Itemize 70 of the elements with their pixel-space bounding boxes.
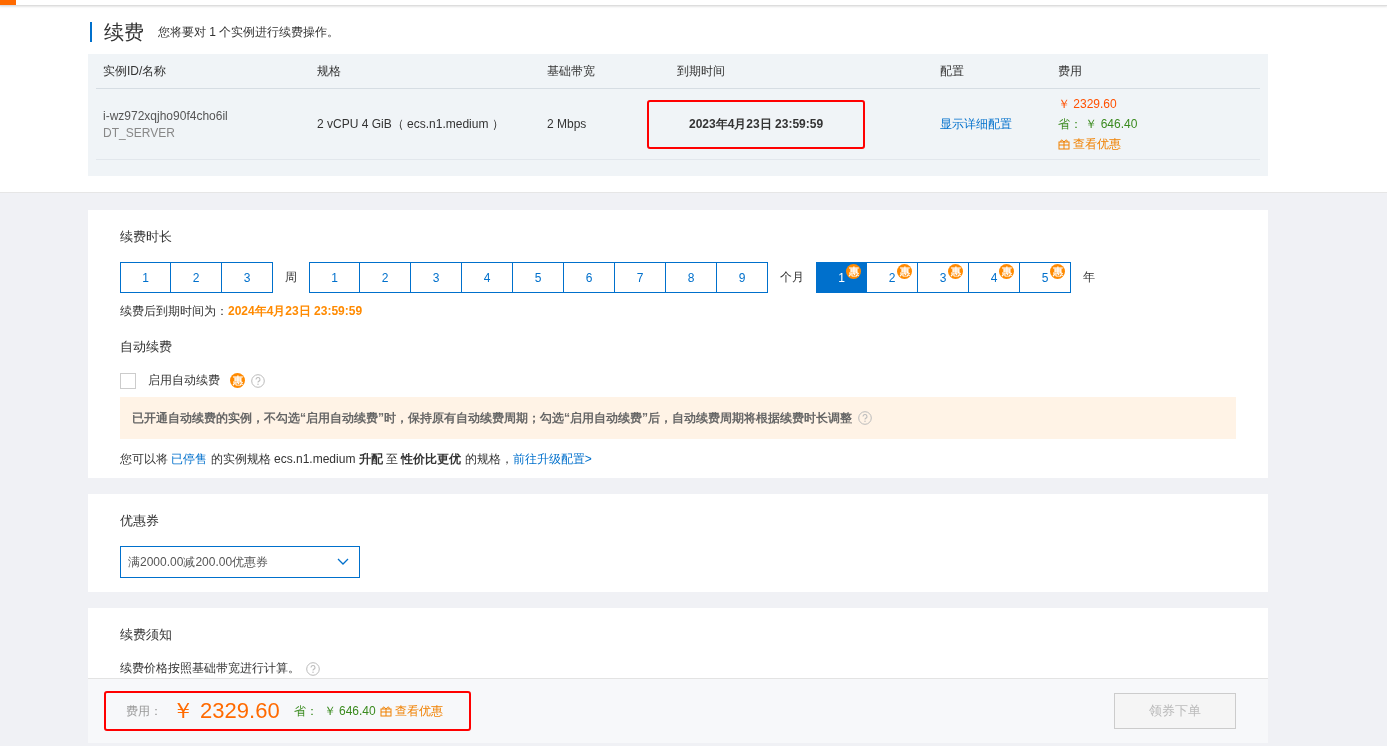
offers-link[interactable]: 查看优惠 — [379, 702, 443, 720]
saving-label: 省： — [293, 702, 318, 720]
promo-badge: 惠 — [1050, 264, 1065, 279]
gift-icon — [1058, 138, 1070, 150]
column-header: 配置 — [939, 62, 965, 80]
saving-amount: ￥ 646.40 — [323, 702, 376, 720]
duration-option[interactable]: 3 — [222, 262, 273, 293]
coupon-select[interactable]: 满2000.00减200.00优惠券 — [120, 546, 360, 578]
table-cell-text: 2 Mbps — [546, 117, 588, 131]
expiry-time: 2023年4月23日 23:59:59 — [647, 99, 866, 149]
unit-label: 周 — [285, 269, 297, 286]
promo-badge: 惠 — [846, 264, 861, 279]
duration-option[interactable]: 1 — [309, 262, 360, 293]
duration-option[interactable]: 5 惠 — [1020, 262, 1071, 293]
page-subtitle: 您将要对 1 个实例进行续费操作。 — [158, 23, 340, 41]
section-title: 续费时长 — [120, 228, 173, 246]
duration-option[interactable]: 2 惠 — [867, 262, 918, 293]
instance-name: DT_SERVER — [103, 125, 176, 140]
checkbox[interactable] — [120, 372, 136, 389]
instance-id: i-wz972xqjho90f4cho6il — [103, 108, 229, 123]
fee-label: 费用： — [126, 702, 162, 720]
offers-link[interactable]: 查看优惠 — [1058, 135, 1251, 153]
gift-icon — [379, 705, 392, 717]
expiry-after-label: 续费后到期时间为： — [120, 304, 228, 318]
tab-mark — [0, 0, 16, 5]
duration-option[interactable]: 8 — [666, 262, 717, 293]
duration-option[interactable]: 1 惠 — [816, 262, 867, 293]
upgrade-sentence: 您可以将 已停售 的实例规格 ecs.n1.medium 升配 至 性价比更优 的规格，前往升级配置> — [120, 451, 593, 468]
unit-label: 年 — [1083, 269, 1095, 286]
total-price: ￥ 2329.60 — [172, 697, 280, 725]
saving-label: 省： — [1058, 116, 1082, 131]
column-header: 基础带宽 — [546, 62, 596, 80]
section-title: 优惠券 — [120, 512, 160, 530]
section-title: 续费须知 — [120, 626, 173, 644]
column-header: 规格 — [316, 62, 342, 80]
duration-option[interactable]: 5 — [513, 262, 564, 293]
duration-option[interactable]: 2 — [360, 262, 411, 293]
column-header: 实例ID/名称 — [102, 62, 168, 80]
help-icon[interactable] — [251, 373, 265, 388]
chevron-down-icon — [337, 558, 349, 566]
duration-option[interactable]: 1 — [120, 262, 171, 293]
promo-badge: 惠 — [230, 373, 245, 388]
duration-option[interactable]: 3 — [411, 262, 462, 293]
notice-text: 续费价格按照基础带宽进行计算。 — [120, 660, 300, 677]
help-icon[interactable] — [858, 411, 872, 425]
promo-badge: 惠 — [999, 264, 1014, 279]
column-header: 到期时间 — [676, 62, 726, 80]
duration-option[interactable]: 3 惠 — [918, 262, 969, 293]
section-title: 自动续费 — [120, 338, 173, 356]
duration-option[interactable]: 4 惠 — [969, 262, 1020, 293]
table-cell-text: 2 vCPU 4 GiB（ ecs.n1.medium ） — [316, 115, 505, 133]
checkbox-label[interactable]: 启用自动续费 — [148, 372, 220, 389]
upgrade-link[interactable]: 已停售 — [171, 452, 208, 466]
notice-text: 已开通自动续费的实例，不勾选“启用自动续费”时，保持原有自动续费周期；勾选“启用自动续费”后，自动续费周期将根据续费时长调整 — [132, 409, 852, 427]
upgrade-link[interactable]: 前往升级配置> — [512, 452, 592, 466]
column-header: 费用 — [1057, 62, 1083, 80]
promo-badge: 惠 — [948, 264, 963, 279]
config-link[interactable]: 显示详细配置 — [940, 116, 1012, 131]
duration-option[interactable]: 6 — [564, 262, 615, 293]
expiry-after-value: 2024年4月23日 23:59:59 — [228, 304, 363, 318]
duration-option[interactable]: 7 — [615, 262, 666, 293]
unit-label: 个月 — [780, 269, 804, 286]
promo-badge: 惠 — [897, 264, 912, 279]
price: ￥ 2329.60 — [1058, 95, 1118, 113]
duration-option[interactable]: 9 — [717, 262, 768, 293]
duration-option[interactable]: 2 — [171, 262, 222, 293]
saving-amount: ￥ 646.40 — [1085, 116, 1138, 131]
duration-option[interactable]: 4 — [462, 262, 513, 293]
help-icon[interactable] — [306, 661, 320, 676]
page-title: 续费 — [104, 19, 144, 45]
